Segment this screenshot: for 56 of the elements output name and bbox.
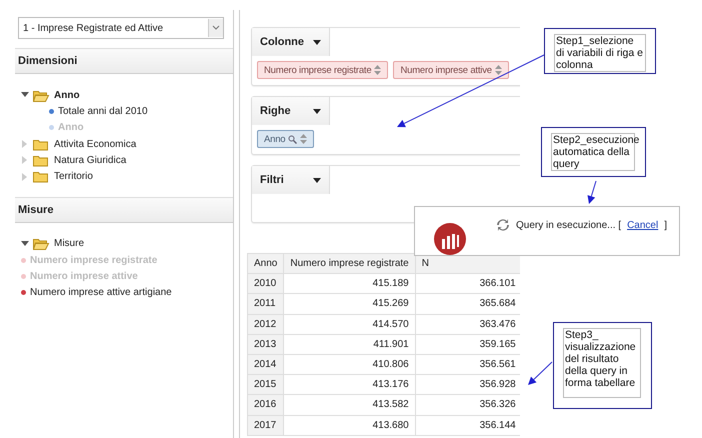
table-cell: 413.582 xyxy=(284,394,416,415)
row-header: 2017 xyxy=(248,415,284,436)
dimension-chip[interactable]: Anno xyxy=(257,130,314,148)
refresh-icon xyxy=(496,218,510,232)
row-header: 2014 xyxy=(248,354,284,375)
table-cell: 413.176 xyxy=(284,374,416,395)
row-header: 2015 xyxy=(248,374,284,395)
tree-item[interactable]: Attivita Economica xyxy=(54,138,136,150)
row-header: 2016 xyxy=(248,394,284,415)
folder-icon xyxy=(33,237,50,250)
expanded-arrow-icon[interactable] xyxy=(21,240,29,248)
dropdown-arrow-icon[interactable] xyxy=(313,178,321,182)
callout-note: Step3_ visualizzazione del risultato della query in forma tabellare xyxy=(563,328,641,398)
chevron-down-icon xyxy=(212,25,220,31)
row-header: 2012 xyxy=(248,314,284,334)
expanded-arrow-icon[interactable] xyxy=(21,91,29,100)
status-message: Query in esecuzione... [ xyxy=(516,220,622,230)
measure-chip[interactable]: Numero imprese attive xyxy=(393,61,509,79)
table-cell: 413.680 xyxy=(284,415,416,436)
row-header: 2010 xyxy=(248,274,284,294)
cube-dropdown[interactable]: 1 - Imprese Registrate ed Attive xyxy=(18,17,224,39)
tree-item[interactable]: Misure xyxy=(54,238,84,250)
cancel-link[interactable]: Cancel xyxy=(627,220,658,230)
annotation-arrow xyxy=(528,362,552,385)
folder-icon xyxy=(33,154,50,167)
folder-icon xyxy=(33,88,50,102)
sort-icon[interactable] xyxy=(374,65,382,75)
table-cell: 411.901 xyxy=(284,334,416,354)
row-header: 2013 xyxy=(248,334,284,354)
row-header: 2011 xyxy=(248,294,284,314)
bracket-text: ] xyxy=(664,220,667,230)
section-header: Dimensioni xyxy=(15,48,233,74)
search-icon[interactable] xyxy=(288,134,298,144)
table-cell: 414.570 xyxy=(284,314,416,334)
callout-note: Step1_selezione di variabili di riga e colonna xyxy=(554,34,646,72)
table-cell: 415.189 xyxy=(284,274,416,294)
sort-icon[interactable] xyxy=(494,65,502,75)
shelf-title: Filtri xyxy=(260,174,284,186)
tree-item[interactable]: Natura Giuridica xyxy=(54,154,126,166)
folder-icon xyxy=(33,170,50,184)
shelf-title: Colonne xyxy=(260,36,304,48)
table-cell: 410.806 xyxy=(284,354,416,375)
section-header: Misure xyxy=(15,196,233,223)
shelf-title: Righe xyxy=(260,105,291,117)
column-header: Numero imprese registrate xyxy=(284,254,416,274)
tree-item[interactable]: Numero imprese attive artigiane xyxy=(30,287,172,298)
tree-item[interactable]: Territorio xyxy=(54,171,93,182)
table-cell: 415.269 xyxy=(284,294,416,314)
tree-item[interactable]: Totale anni dal 2010 xyxy=(58,106,148,117)
measure-chip[interactable]: Numero imprese registrate xyxy=(257,61,388,79)
column-header: Anno xyxy=(248,254,284,274)
annotation-arrow xyxy=(588,180,596,204)
folder-icon xyxy=(33,138,50,151)
tree-item[interactable]: Anno xyxy=(54,90,80,101)
dropdown-arrow-icon[interactable] xyxy=(313,108,321,114)
dropdown-arrow-icon[interactable] xyxy=(313,40,321,44)
